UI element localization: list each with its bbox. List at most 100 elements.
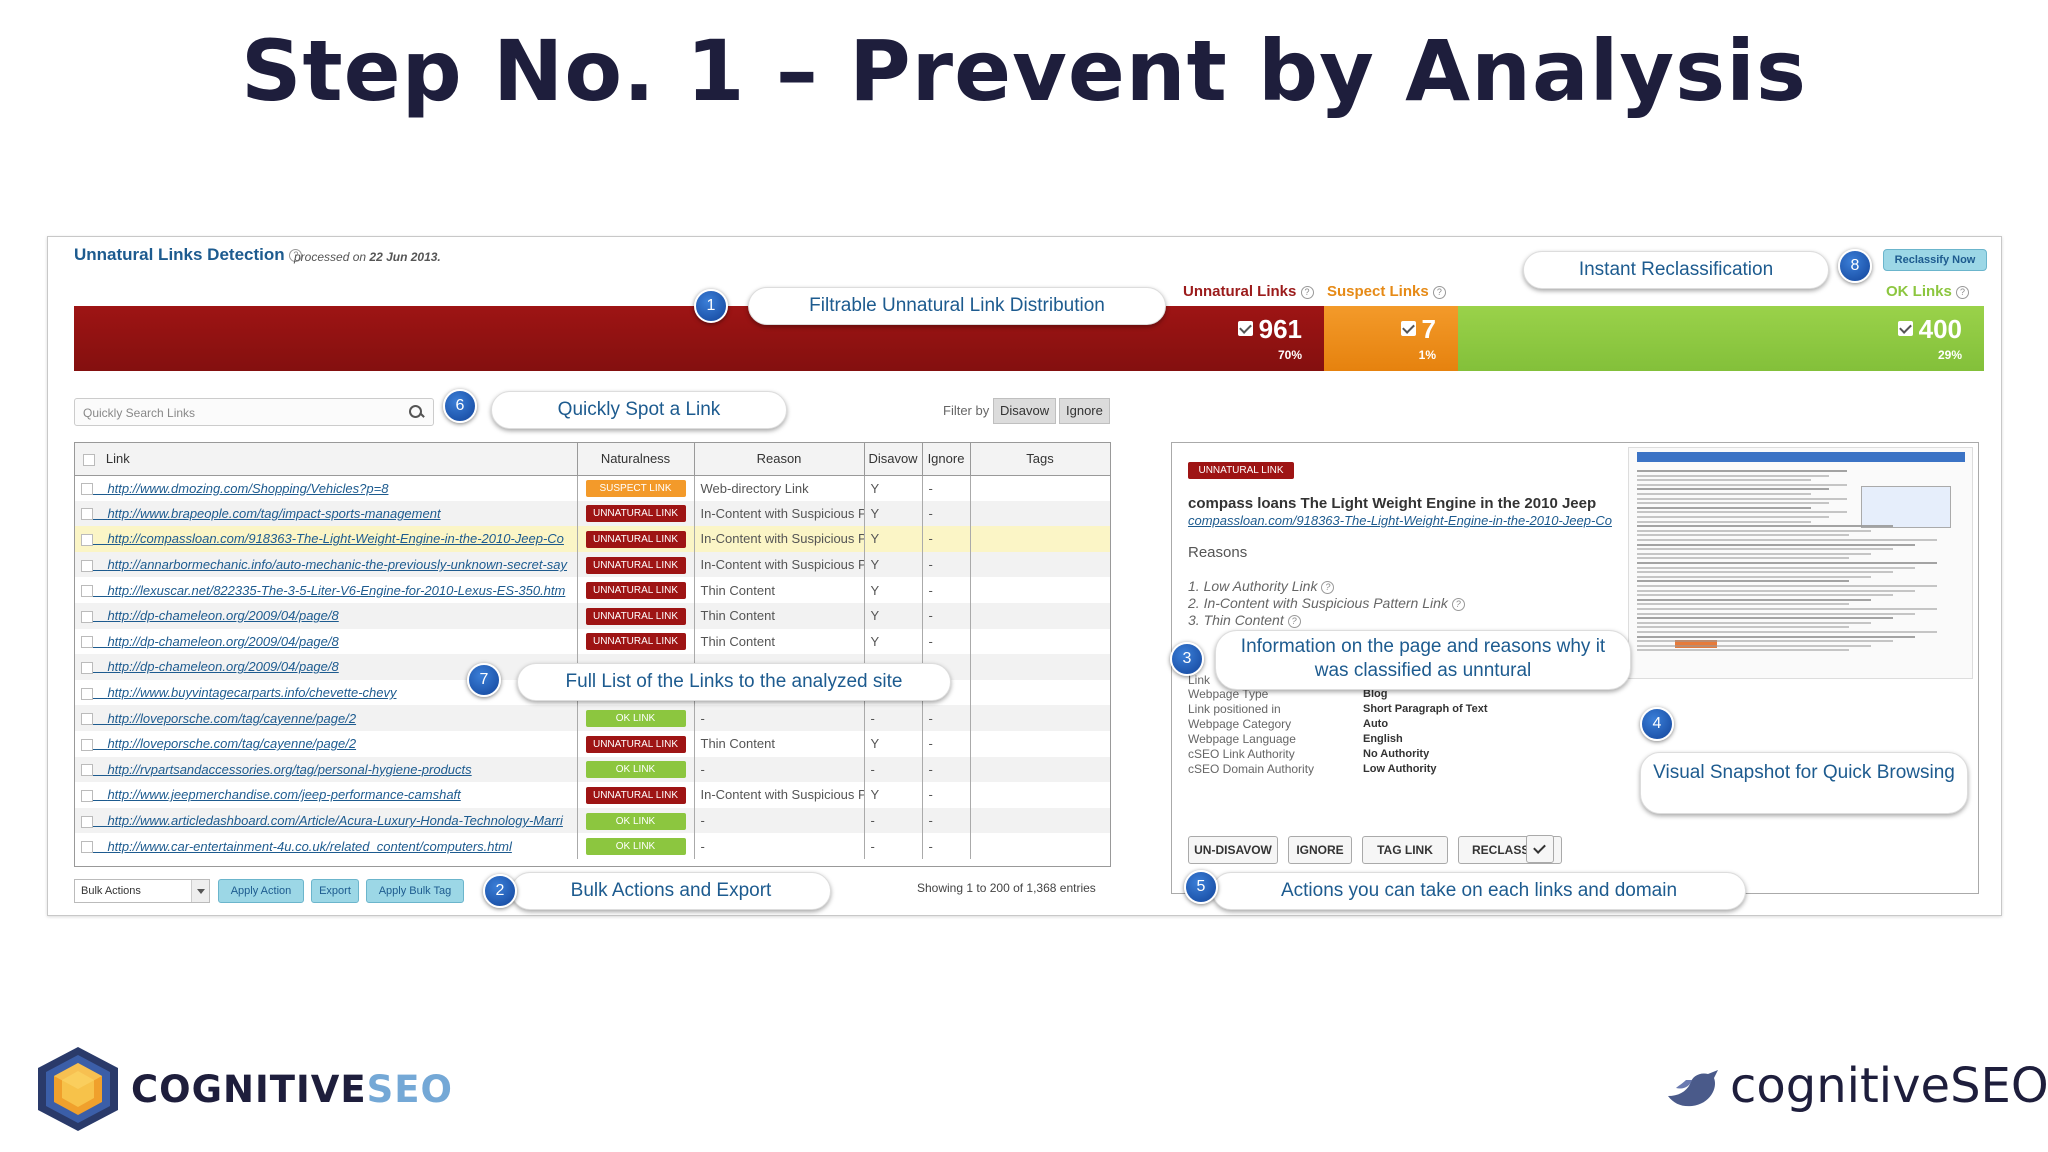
naturalness-badge[interactable]: UNNATURAL LINK xyxy=(585,556,686,574)
link-url[interactable]: http://compassloan.com/918363-The-Light-… xyxy=(107,531,563,546)
link-cell[interactable]: http://dp-chameleon.org/2009/04/page/8 xyxy=(75,654,578,680)
link-url[interactable]: http://www.jeepmerchandise.com/jeep-perf… xyxy=(107,787,460,802)
column-header-disavow[interactable]: Disavow xyxy=(864,443,923,476)
chevron-down-icon[interactable] xyxy=(191,880,209,902)
naturalness-badge[interactable]: UNNATURAL LINK xyxy=(585,735,686,753)
help-icon[interactable]: ? xyxy=(1432,285,1446,299)
reclassify-now-button[interactable]: Reclassify Now xyxy=(1883,249,1987,271)
naturalness-badge[interactable]: UNNATURAL LINK xyxy=(585,530,686,548)
table-row[interactable]: http://www.articledashboard.com/Article/… xyxy=(75,807,1110,834)
link-url[interactable]: http://www.dmozing.com/Shopping/Vehicles… xyxy=(107,481,388,496)
help-icon[interactable]: ? xyxy=(1451,597,1465,611)
row-checkbox[interactable] xyxy=(81,636,93,649)
help-icon[interactable]: ? xyxy=(1321,580,1335,594)
naturalness-badge[interactable]: UNNATURAL LINK xyxy=(585,607,686,625)
link-url[interactable]: http://loveporsche.com/tag/cayenne/page/… xyxy=(107,711,356,726)
suspect-segment[interactable]: 7 1% xyxy=(1324,306,1458,371)
row-checkbox[interactable] xyxy=(81,483,93,496)
column-header-link[interactable]: Link xyxy=(75,443,578,476)
help-icon[interactable]: ? xyxy=(1956,285,1970,299)
link-cell[interactable]: http://loveporsche.com/tag/cayenne/page/… xyxy=(75,730,578,757)
naturalness-badge[interactable]: UNNATURAL LINK xyxy=(585,786,686,804)
table-row[interactable]: http://www.dmozing.com/Shopping/Vehicles… xyxy=(75,475,1110,501)
link-url[interactable]: http://dp-chameleon.org/2009/04/page/8 xyxy=(107,634,338,649)
table-row[interactable]: http://loveporsche.com/tag/cayenne/page/… xyxy=(75,705,1110,731)
link-cell[interactable]: http://www.jeepmerchandise.com/jeep-perf… xyxy=(75,782,578,808)
checkbox-icon[interactable] xyxy=(1237,321,1253,336)
link-cell[interactable]: http://annarbormechanic.info/auto-mechan… xyxy=(75,551,578,578)
table-row[interactable]: http://dp-chameleon.org/2009/04/page/8 UN… xyxy=(75,602,1110,629)
link-url[interactable]: http://www.car-entertainment-4u.co.uk/re… xyxy=(107,839,511,854)
check-icon[interactable] xyxy=(1526,835,1554,863)
row-checkbox[interactable] xyxy=(81,841,93,854)
naturalness-badge[interactable]: UNNATURAL LINK xyxy=(585,633,686,651)
link-cell[interactable]: http://dp-chameleon.org/2009/04/page/8 xyxy=(75,628,578,655)
link-url[interactable]: http://lexuscar.net/822335-The-3-5-Liter… xyxy=(107,583,565,598)
link-cell[interactable]: http://www.car-entertainment-4u.co.uk/re… xyxy=(75,833,578,859)
column-header-naturalness[interactable]: Naturalness xyxy=(577,443,695,476)
select-all-checkbox[interactable] xyxy=(83,453,95,466)
row-checkbox[interactable] xyxy=(81,508,93,521)
link-cell[interactable]: http://lexuscar.net/822335-The-3-5-Liter… xyxy=(75,577,578,603)
link-url[interactable]: http://www.brapeople.com/tag/impact-spor… xyxy=(107,506,440,521)
search-icon[interactable] xyxy=(409,405,423,419)
link-cell[interactable]: http://rvpartsandaccessories.org/tag/per… xyxy=(75,756,578,783)
apply-action-button[interactable]: Apply Action xyxy=(218,879,304,903)
column-header-tags[interactable]: Tags xyxy=(970,443,1110,476)
row-checkbox[interactable] xyxy=(81,815,93,828)
link-cell[interactable]: http://www.dmozing.com/Shopping/Vehicles… xyxy=(75,475,578,501)
undisavow-button[interactable]: UN-DISAVOW xyxy=(1188,836,1278,864)
row-checkbox[interactable] xyxy=(81,585,93,598)
table-row[interactable]: http://www.car-entertainment-4u.co.uk/re… xyxy=(75,833,1110,859)
filter-disavow-button[interactable]: Disavow xyxy=(993,398,1057,424)
filter-ignore-button[interactable]: Ignore xyxy=(1059,398,1110,424)
checkbox-icon[interactable] xyxy=(1400,321,1416,336)
detail-page-url[interactable]: compassloan.com/918363-The-Light-Weight-… xyxy=(1188,513,1616,528)
row-checkbox[interactable] xyxy=(81,713,93,726)
row-checkbox[interactable] xyxy=(81,738,93,751)
table-row[interactable]: http://compassloan.com/918363-The-Light-… xyxy=(75,526,1110,552)
row-checkbox[interactable] xyxy=(81,687,93,700)
row-checkbox[interactable] xyxy=(81,662,93,675)
link-url[interactable]: http://annarbormechanic.info/auto-mechan… xyxy=(107,557,567,572)
page-snapshot-thumbnail[interactable] xyxy=(1628,447,1973,679)
link-url[interactable]: http://loveporsche.com/tag/cayenne/page/… xyxy=(107,736,356,751)
row-checkbox[interactable] xyxy=(81,764,93,777)
naturalness-badge[interactable]: UNNATURAL LINK xyxy=(585,505,686,523)
bulk-actions-select[interactable]: Bulk Actions xyxy=(74,879,210,903)
table-row[interactable]: http://rvpartsandaccessories.org/tag/per… xyxy=(75,756,1110,783)
link-url[interactable]: http://www.buyvintagecarparts.info/cheve… xyxy=(107,685,396,700)
apply-bulk-tag-button[interactable]: Apply Bulk Tag xyxy=(366,879,464,903)
naturalness-badge[interactable]: OK LINK xyxy=(585,761,686,779)
naturalness-badge[interactable]: OK LINK xyxy=(585,812,686,830)
help-icon[interactable]: ? xyxy=(1300,285,1314,299)
ignore-button[interactable]: IGNORE xyxy=(1288,836,1352,864)
link-cell[interactable]: http://www.buyvintagecarparts.info/cheve… xyxy=(75,679,578,706)
link-cell[interactable]: http://www.brapeople.com/tag/impact-spor… xyxy=(75,500,578,527)
table-row[interactable]: http://www.brapeople.com/tag/impact-spor… xyxy=(75,500,1110,527)
export-button[interactable]: Export xyxy=(311,879,359,903)
column-header-reason[interactable]: Reason xyxy=(694,443,865,476)
naturalness-badge[interactable]: SUSPECT LINK xyxy=(585,480,686,498)
help-icon[interactable]: ? xyxy=(1287,614,1301,628)
table-row[interactable]: http://dp-chameleon.org/2009/04/page/8 UN… xyxy=(75,628,1110,655)
column-header-ignore[interactable]: Ignore xyxy=(922,443,971,476)
search-input[interactable]: Quickly Search Links xyxy=(74,398,434,426)
naturalness-badge[interactable]: UNNATURAL LINK xyxy=(585,582,686,600)
link-url[interactable]: http://dp-chameleon.org/2009/04/page/8 xyxy=(107,659,338,674)
link-url[interactable]: http://dp-chameleon.org/2009/04/page/8 xyxy=(107,608,338,623)
row-checkbox[interactable] xyxy=(81,534,93,547)
row-checkbox[interactable] xyxy=(81,610,93,623)
naturalness-badge[interactable]: OK LINK xyxy=(585,710,686,728)
table-row[interactable]: http://www.jeepmerchandise.com/jeep-perf… xyxy=(75,782,1110,808)
checkbox-icon[interactable] xyxy=(1897,321,1913,336)
table-row[interactable]: http://annarbormechanic.info/auto-mechan… xyxy=(75,551,1110,578)
row-checkbox[interactable] xyxy=(81,559,93,572)
link-url[interactable]: http://rvpartsandaccessories.org/tag/per… xyxy=(107,762,471,777)
row-checkbox[interactable] xyxy=(81,789,93,802)
link-cell[interactable]: http://loveporsche.com/tag/cayenne/page/… xyxy=(75,705,578,731)
link-cell[interactable]: http://compassloan.com/918363-The-Light-… xyxy=(75,526,578,552)
table-row[interactable]: http://lexuscar.net/822335-The-3-5-Liter… xyxy=(75,577,1110,603)
ok-segment[interactable]: 400 29% xyxy=(1458,306,1984,371)
naturalness-badge[interactable]: OK LINK xyxy=(585,838,686,856)
